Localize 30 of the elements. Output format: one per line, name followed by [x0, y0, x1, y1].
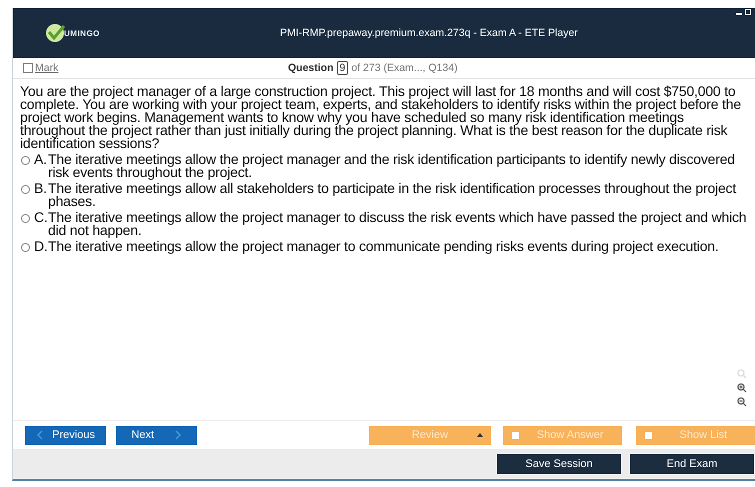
question-label: Question [288, 62, 334, 74]
radio-button[interactable] [21, 185, 30, 194]
question-text: You are the project manager of a large construction project. This project will last for 18 months and will cost $750,000 to complete. You are working with your project team, experts, and stakeholders to identify risks within the project before the project work begins. Management wants to know why you have scheduled so many risk identification meetings throughout the project rather than just initially during the project planning. What is the best reason for the duplicate risk identification sessions? [20, 85, 742, 150]
option-letter: C. [34, 211, 48, 224]
option-letter: D. [34, 240, 48, 253]
radio-button[interactable] [21, 156, 30, 165]
option-text[interactable]: The iterative meetings allow the project manager to discuss the risk events which have passed the project and which did not happen. [48, 211, 747, 237]
option-text[interactable]: The iterative meetings allow the project manager and the risk identification participants to identify newly discovered risk events throughout the project. [48, 153, 747, 179]
previous-button[interactable]: Previous [25, 426, 106, 444]
end-exam-button[interactable]: End Exam [630, 454, 754, 474]
question-number-field[interactable]: 9 [336, 61, 348, 75]
option-letter: A. [34, 153, 48, 166]
question-count: of 273 (Exam..., Q134) [351, 62, 458, 74]
save-session-button[interactable]: Save Session [497, 454, 621, 474]
chevron-right-icon [174, 430, 182, 440]
caret-icon [476, 432, 482, 436]
option-text[interactable]: The iterative meetings allow the project manager to communicate pending risks events during project execution. [48, 240, 719, 253]
option-text[interactable]: The iterative meetings allow all stakeholders to participate in the risk identification processes throughout the project phases. [48, 182, 747, 208]
maximize-icon[interactable] [745, 9, 751, 15]
option-letter: B. [34, 182, 48, 195]
mark-checkbox[interactable]: Mark [23, 62, 58, 74]
checkbox[interactable] [23, 63, 33, 73]
radio-button[interactable] [21, 214, 30, 223]
chevron-left-icon [36, 430, 44, 440]
window-title: PMI-RMP.prepaway.premium.exam.273q - Exam A - ETE Player [280, 27, 578, 39]
zoom-in-icon[interactable] [737, 383, 747, 393]
next-button[interactable]: Next [116, 426, 198, 444]
zoom-out-icon[interactable] [737, 397, 747, 407]
radio-button[interactable] [21, 243, 30, 252]
logo-text: UMINGO [64, 28, 100, 38]
